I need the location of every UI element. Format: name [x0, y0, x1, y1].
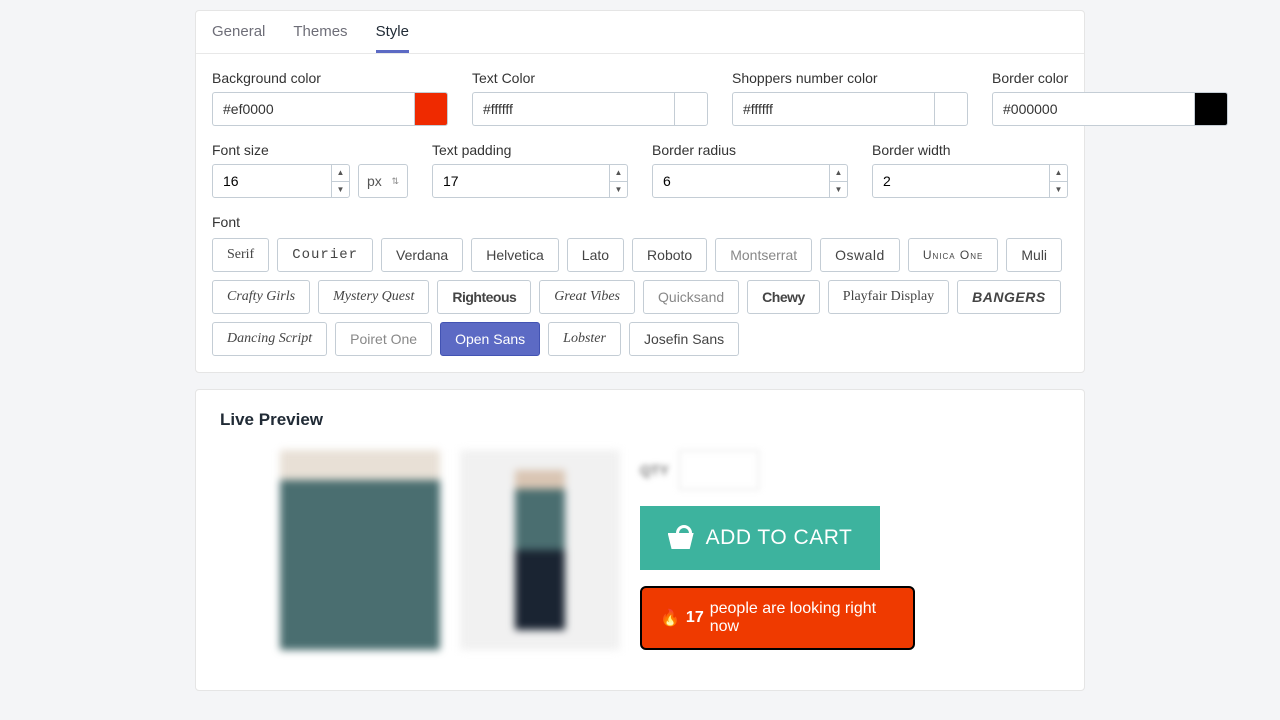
chevron-up-icon[interactable]: ▲: [830, 165, 847, 182]
tab-general[interactable]: General: [212, 11, 265, 53]
font-option-oswald[interactable]: Oswald: [820, 238, 900, 272]
product-image-main: [280, 450, 440, 650]
font-label: Font: [212, 214, 1068, 230]
font-option-lobster[interactable]: Lobster: [548, 322, 621, 356]
fire-icon: 🔥: [660, 608, 680, 628]
text-padding-input[interactable]: [432, 164, 628, 198]
font-option-open-sans[interactable]: Open Sans: [440, 322, 540, 356]
font-size-unit-select[interactable]: px ⇅: [358, 164, 408, 198]
font-option-josefin-sans[interactable]: Josefin Sans: [629, 322, 739, 356]
font-option-verdana[interactable]: Verdana: [381, 238, 463, 272]
chevron-up-icon[interactable]: ▲: [1050, 165, 1067, 182]
chevron-down-icon[interactable]: ▼: [1050, 182, 1067, 198]
shoppers-color-input[interactable]: [732, 92, 934, 126]
font-size-spinner[interactable]: ▲ ▼: [331, 165, 349, 197]
font-option-righteous[interactable]: Righteous: [437, 280, 531, 314]
border-color-input[interactable]: [992, 92, 1194, 126]
font-option-montserrat[interactable]: Montserrat: [715, 238, 812, 272]
add-to-cart-label: ADD TO CART: [706, 526, 853, 550]
tab-themes[interactable]: Themes: [293, 11, 347, 53]
border-color-label: Border color: [992, 70, 1228, 86]
font-option-mystery-quest[interactable]: Mystery Quest: [318, 280, 429, 314]
text-padding-spinner[interactable]: ▲ ▼: [609, 165, 627, 197]
unit-label: px: [367, 173, 382, 189]
font-option-quicksand[interactable]: Quicksand: [643, 280, 739, 314]
quantity-row: QTY: [640, 450, 915, 490]
shoppers-color-label: Shoppers number color: [732, 70, 968, 86]
text-color-swatch[interactable]: [674, 92, 708, 126]
font-option-playfair-display[interactable]: Playfair Display: [828, 280, 949, 314]
border-width-spinner[interactable]: ▲ ▼: [1049, 165, 1067, 197]
font-option-lato[interactable]: Lato: [567, 238, 624, 272]
font-option-roboto[interactable]: Roboto: [632, 238, 707, 272]
live-preview-panel: Live Preview QTY ADD TO CART 🔥 17 people: [195, 389, 1085, 691]
chevron-down-icon[interactable]: ▼: [830, 182, 847, 198]
font-option-bangers[interactable]: BANGERS: [957, 280, 1061, 314]
shoppers-suffix: people are looking right now: [710, 600, 895, 636]
tabs: General Themes Style: [196, 11, 1084, 54]
product-image-alt: [460, 450, 620, 650]
style-settings-panel: General Themes Style Background color Te…: [195, 10, 1085, 373]
background-color-input[interactable]: [212, 92, 414, 126]
font-option-chewy[interactable]: Chewy: [747, 280, 820, 314]
qty-label: QTY: [640, 462, 669, 478]
background-color-label: Background color: [212, 70, 448, 86]
live-preview-title: Live Preview: [220, 410, 1060, 430]
border-radius-input[interactable]: [652, 164, 848, 198]
font-option-dancing-script[interactable]: Dancing Script: [212, 322, 327, 356]
add-to-cart-button[interactable]: ADD TO CART: [640, 506, 880, 570]
font-options: SerifCourierVerdanaHelveticaLatoRobotoMo…: [212, 238, 1068, 356]
font-option-serif[interactable]: Serif: [212, 238, 269, 272]
border-width-input[interactable]: [872, 164, 1068, 198]
chevron-up-icon[interactable]: ▲: [332, 165, 349, 182]
font-option-helvetica[interactable]: Helvetica: [471, 238, 559, 272]
font-option-great-vibes[interactable]: Great Vibes: [539, 280, 635, 314]
shoppers-color-swatch[interactable]: [934, 92, 968, 126]
border-radius-spinner[interactable]: ▲ ▼: [829, 165, 847, 197]
qty-input[interactable]: [679, 450, 759, 490]
font-option-poiret-one[interactable]: Poiret One: [335, 322, 432, 356]
tab-style[interactable]: Style: [376, 11, 409, 53]
chevron-down-icon[interactable]: ▼: [332, 182, 349, 198]
text-padding-label: Text padding: [432, 142, 628, 158]
border-radius-label: Border radius: [652, 142, 848, 158]
border-width-label: Border width: [872, 142, 1068, 158]
select-caret-icon: ⇅: [391, 176, 399, 187]
text-color-label: Text Color: [472, 70, 708, 86]
text-color-input[interactable]: [472, 92, 674, 126]
font-size-input[interactable]: [212, 164, 350, 198]
font-option-crafty-girls[interactable]: Crafty Girls: [212, 280, 310, 314]
font-option-muli[interactable]: Muli: [1006, 238, 1062, 272]
border-color-swatch[interactable]: [1194, 92, 1228, 126]
font-size-label: Font size: [212, 142, 408, 158]
basket-icon: [668, 527, 694, 549]
chevron-up-icon[interactable]: ▲: [610, 165, 627, 182]
font-option-courier[interactable]: Courier: [277, 238, 373, 272]
background-color-swatch[interactable]: [414, 92, 448, 126]
font-option-unica-one[interactable]: Unica One: [908, 238, 999, 272]
chevron-down-icon[interactable]: ▼: [610, 182, 627, 198]
shoppers-notice: 🔥 17 people are looking right now: [640, 586, 915, 650]
shoppers-count: 17: [686, 609, 704, 627]
